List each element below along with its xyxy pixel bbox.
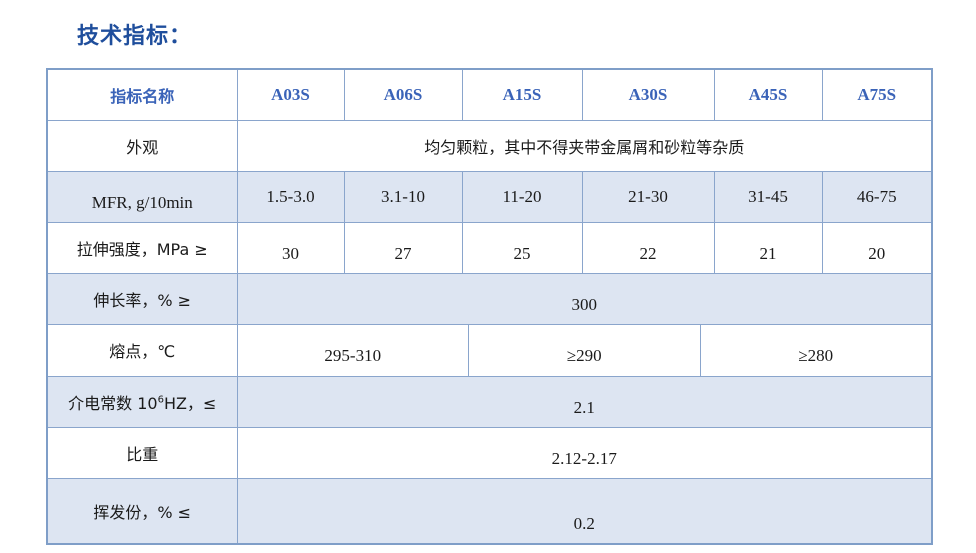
header-grade-a15s: A15S	[461, 68, 583, 121]
page-title: 技术指标：	[77, 24, 193, 49]
melting-value-1: 295-310	[324, 346, 382, 365]
tensile-value-a45s: 21	[713, 221, 823, 274]
volatile-value: 0.2	[236, 477, 933, 545]
mfr-value-a06s: 3.1-10	[343, 170, 463, 223]
spec-table: 指标名称 A03S A06S A15S A30S A45S A75S 外观 均匀…	[46, 68, 933, 545]
row-label-tensile: 拉伸强度，MPa ≥	[46, 221, 238, 274]
table-row-density: 比重 2.12-2.17	[46, 426, 933, 479]
melting-value-3: ≥280	[699, 325, 932, 375]
tensile-value-a75s: 20	[821, 221, 933, 274]
mfr-value-a30s: 21-30	[581, 170, 715, 223]
melting-cell: 295-310 ≥290 ≥280	[236, 323, 933, 377]
table-row-elongation: 伸长率，% ≥ 300	[46, 272, 933, 325]
header-grade-a30s: A30S	[581, 68, 715, 121]
dielectric-value: 2.1	[236, 375, 933, 428]
table-row-melting: 熔点，℃ 295-310 ≥290 ≥280	[46, 323, 933, 377]
header-grade-a75s: A75S	[821, 68, 933, 121]
mfr-value-a15s: 11-20	[461, 170, 583, 223]
row-label-elongation: 伸长率，% ≥	[46, 272, 238, 325]
tensile-value-a06s: 27	[343, 221, 463, 274]
dielectric-label-suffix: HZ，≤	[163, 393, 217, 413]
header-grade-a45s: A45S	[713, 68, 823, 121]
table-row-mfr: MFR, g/10min 1.5-3.0 3.1-10 11-20 21-30 …	[46, 170, 933, 223]
mfr-value-a03s: 1.5-3.0	[236, 170, 345, 223]
header-label: 指标名称	[46, 68, 238, 121]
table-row-appearance: 外观 均匀颗粒，其中不得夹带金属屑和砂粒等杂质	[46, 119, 933, 172]
table-row-volatile: 挥发份，% ≤ 0.2	[46, 477, 933, 545]
header-grade-a06s: A06S	[343, 68, 463, 121]
elongation-value: 300	[236, 272, 933, 325]
melting-value-2: ≥290	[468, 325, 700, 375]
dielectric-label-prefix: 介电常数 10	[68, 393, 158, 413]
row-label-density: 比重	[46, 426, 238, 479]
appearance-value: 均匀颗粒，其中不得夹带金属屑和砂粒等杂质	[236, 119, 933, 172]
row-label-appearance: 外观	[46, 119, 238, 172]
row-label-volatile: 挥发份，% ≤	[46, 477, 238, 545]
header-grade-a03s: A03S	[236, 68, 345, 121]
mfr-value-a75s: 46-75	[821, 170, 933, 223]
row-label-melting: 熔点，℃	[46, 323, 238, 377]
tensile-value-a30s: 22	[581, 221, 715, 274]
table-header-row: 指标名称 A03S A06S A15S A30S A45S A75S	[46, 68, 933, 121]
density-value: 2.12-2.17	[236, 426, 933, 479]
tensile-value-a03s: 30	[236, 221, 345, 274]
table-row-tensile: 拉伸强度，MPa ≥ 30 27 25 22 21 20	[46, 221, 933, 274]
row-label-dielectric: 介电常数 106HZ，≤	[46, 375, 238, 428]
tensile-value-a15s: 25	[461, 221, 583, 274]
row-label-mfr: MFR, g/10min	[46, 170, 238, 223]
mfr-value-a45s: 31-45	[713, 170, 823, 223]
table-row-dielectric: 介电常数 106HZ，≤ 2.1	[46, 375, 933, 428]
melting-split: 295-310 ≥290 ≥280	[238, 325, 932, 375]
